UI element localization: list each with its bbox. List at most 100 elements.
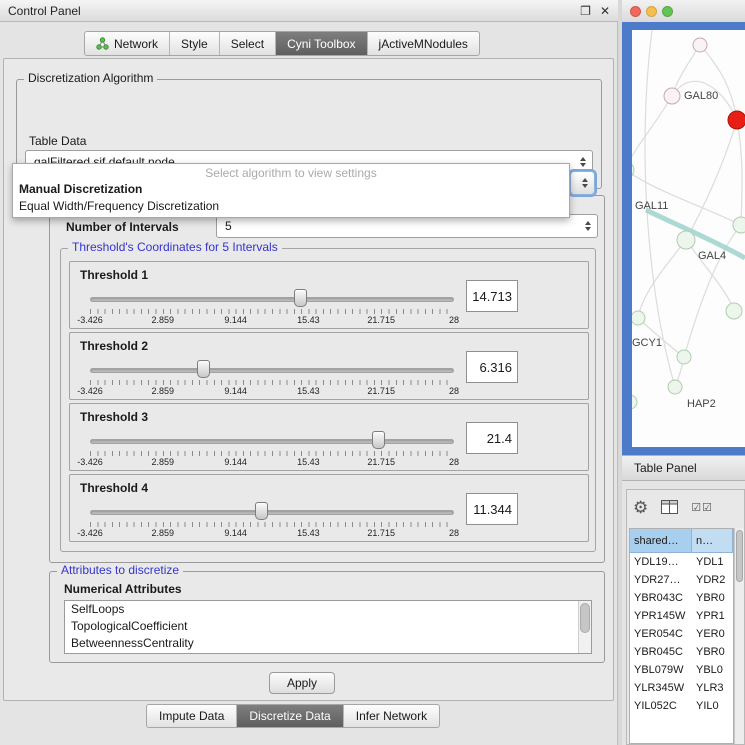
slider-track[interactable] <box>90 368 454 373</box>
table-cell[interactable]: YLR3 <box>692 679 733 697</box>
table-row[interactable]: YIL052CYIL0 <box>630 697 733 715</box>
network-node[interactable] <box>693 38 707 52</box>
thick-edge[interactable] <box>646 210 745 258</box>
table-row[interactable]: YPR145WYPR1 <box>630 607 733 625</box>
tab-select[interactable]: Select <box>220 32 276 55</box>
slider-track[interactable] <box>90 297 454 302</box>
threshold-1-value-field[interactable]: 14.713 <box>466 280 518 312</box>
algorithm-option-equal-width[interactable]: Equal Width/Frequency Discretization <box>13 198 569 215</box>
columns-icon[interactable] <box>661 500 678 514</box>
zoom-traffic-light-icon[interactable] <box>662 6 673 17</box>
threshold-3-block: Threshold 3 -3.426 2.859 9.144 15.43 <box>69 403 589 471</box>
table-cell[interactable]: YDR2 <box>692 571 733 589</box>
table-panel-title: Table Panel <box>634 461 697 475</box>
float-window-icon[interactable]: ❐ <box>580 4 591 18</box>
table-row[interactable]: YDR27…YDR2 <box>630 571 733 589</box>
network-node[interactable] <box>733 217 745 233</box>
table-cell[interactable]: YBL0 <box>692 661 733 679</box>
slider-scale-label: 9.144 <box>224 386 247 396</box>
list-item[interactable]: TopologicalCoefficient <box>65 618 591 635</box>
table-cell[interactable]: YIL052C <box>630 697 692 715</box>
slider-scale-label: 28 <box>449 457 459 467</box>
table-row[interactable]: YBR045CYBR0 <box>630 643 733 661</box>
table-cell[interactable]: YDL1 <box>692 553 733 571</box>
tab-discretize-data[interactable]: Discretize Data <box>237 705 343 727</box>
tab-impute-data[interactable]: Impute Data <box>147 705 237 727</box>
table-row[interactable]: YDL19…YDL1 <box>630 553 733 571</box>
table-cell[interactable]: YBR0 <box>692 643 733 661</box>
tab-jactivemnodules[interactable]: jActiveMNodules <box>368 32 479 55</box>
list-item[interactable]: SelfLoops <box>65 601 591 618</box>
list-item[interactable]: BetweennessCentrality <box>65 635 591 652</box>
table-cell[interactable]: YBR043C <box>630 589 692 607</box>
column-header-name[interactable]: n… <box>692 529 733 552</box>
slider-thumb[interactable] <box>197 360 210 378</box>
list-scrollbar[interactable] <box>578 601 591 653</box>
table-cell[interactable]: YBR0 <box>692 589 733 607</box>
table-cell[interactable]: YPR145W <box>630 607 692 625</box>
tab-cyni-toolbox[interactable]: Cyni Toolbox <box>276 32 367 55</box>
table-row[interactable]: YBL079WYBL0 <box>630 661 733 679</box>
slider-scale-label: 15.43 <box>297 315 320 325</box>
gear-icon[interactable]: ⚙ <box>633 499 648 516</box>
slider-scale-label: 2.859 <box>152 528 175 538</box>
slider-ticks <box>90 309 454 314</box>
threshold-3-value-field[interactable]: 21.4 <box>466 422 518 454</box>
slider-track[interactable] <box>90 510 454 515</box>
table-panel: ⚙ ☑☑ shared… n… YDL19…YDL1 YDR27…YDR2 YB… <box>622 481 745 745</box>
table-cell[interactable]: YBR045C <box>630 643 692 661</box>
close-traffic-light-icon[interactable] <box>630 6 641 17</box>
network-node[interactable] <box>726 303 742 319</box>
table-cell[interactable]: YER0 <box>692 625 733 643</box>
column-header-shared-name[interactable]: shared… <box>630 529 692 552</box>
table-cell[interactable]: YPR1 <box>692 607 733 625</box>
table-scrollbar[interactable] <box>734 528 744 744</box>
minimize-traffic-light-icon[interactable] <box>646 6 657 17</box>
tab-infer-network[interactable]: Infer Network <box>344 705 439 727</box>
threshold-2-block: Threshold 2 -3.426 2.859 9.144 15.43 <box>69 332 589 400</box>
slider-thumb[interactable] <box>255 502 268 520</box>
checkbox-icons[interactable]: ☑☑ <box>691 501 713 514</box>
tab-network-label: Network <box>114 37 158 51</box>
table-row[interactable]: YBR043CYBR0 <box>630 589 733 607</box>
apply-button[interactable]: Apply <box>269 672 335 694</box>
network-node[interactable] <box>632 395 637 409</box>
slider-scale-label: 9.144 <box>224 528 247 538</box>
network-node[interactable] <box>677 350 691 364</box>
table-cell[interactable]: YBL079W <box>630 661 692 679</box>
selected-network-node[interactable] <box>728 111 745 129</box>
node-table: shared… n… YDL19…YDL1 YDR27…YDR2 YBR043C… <box>629 528 734 744</box>
threshold-2-value-field[interactable]: 6.316 <box>466 351 518 383</box>
slider-scale-label: 9.144 <box>224 315 247 325</box>
table-row[interactable]: YLR345WYLR3 <box>630 679 733 697</box>
table-row[interactable]: YER054CYER0 <box>630 625 733 643</box>
threshold-4-value-field[interactable]: 11.344 <box>466 493 518 525</box>
algorithm-combobox-button[interactable] <box>570 171 595 195</box>
network-node[interactable] <box>677 231 695 249</box>
algorithm-prompt-option[interactable]: Select algorithm to view settings <box>13 166 569 181</box>
slider-track[interactable] <box>90 439 454 444</box>
slider-scale-label: 15.43 <box>297 457 320 467</box>
tab-style[interactable]: Style <box>170 32 220 55</box>
slider-scale-label: 21.715 <box>367 315 395 325</box>
scrollbar-thumb[interactable] <box>580 603 590 633</box>
algorithm-option-manual[interactable]: Manual Discretization <box>13 181 569 198</box>
table-cell[interactable]: YDR27… <box>630 571 692 589</box>
slider-scale-label: 28 <box>449 528 459 538</box>
table-cell[interactable]: YIL0 <box>692 697 733 715</box>
network-node[interactable] <box>668 380 682 394</box>
table-cell[interactable]: YER054C <box>630 625 692 643</box>
threshold-4-block: Threshold 4 -3.426 2.859 9.144 15.43 <box>69 474 589 542</box>
slider-thumb[interactable] <box>294 289 307 307</box>
slider-thumb[interactable] <box>372 431 385 449</box>
table-cell[interactable]: YLR345W <box>630 679 692 697</box>
scrollbar-thumb[interactable] <box>736 530 743 582</box>
table-cell[interactable]: YDL19… <box>630 553 692 571</box>
close-icon[interactable]: ✕ <box>600 4 610 18</box>
network-node[interactable] <box>664 88 680 104</box>
control-panel-title: Control Panel <box>8 4 81 18</box>
network-canvas[interactable]: GAL80 GAL11 GAL4 GCY1 HAP2 <box>632 30 745 447</box>
network-node[interactable] <box>632 311 645 325</box>
tab-network[interactable]: Network <box>85 32 170 55</box>
spinner-arrows-icon <box>585 221 591 231</box>
